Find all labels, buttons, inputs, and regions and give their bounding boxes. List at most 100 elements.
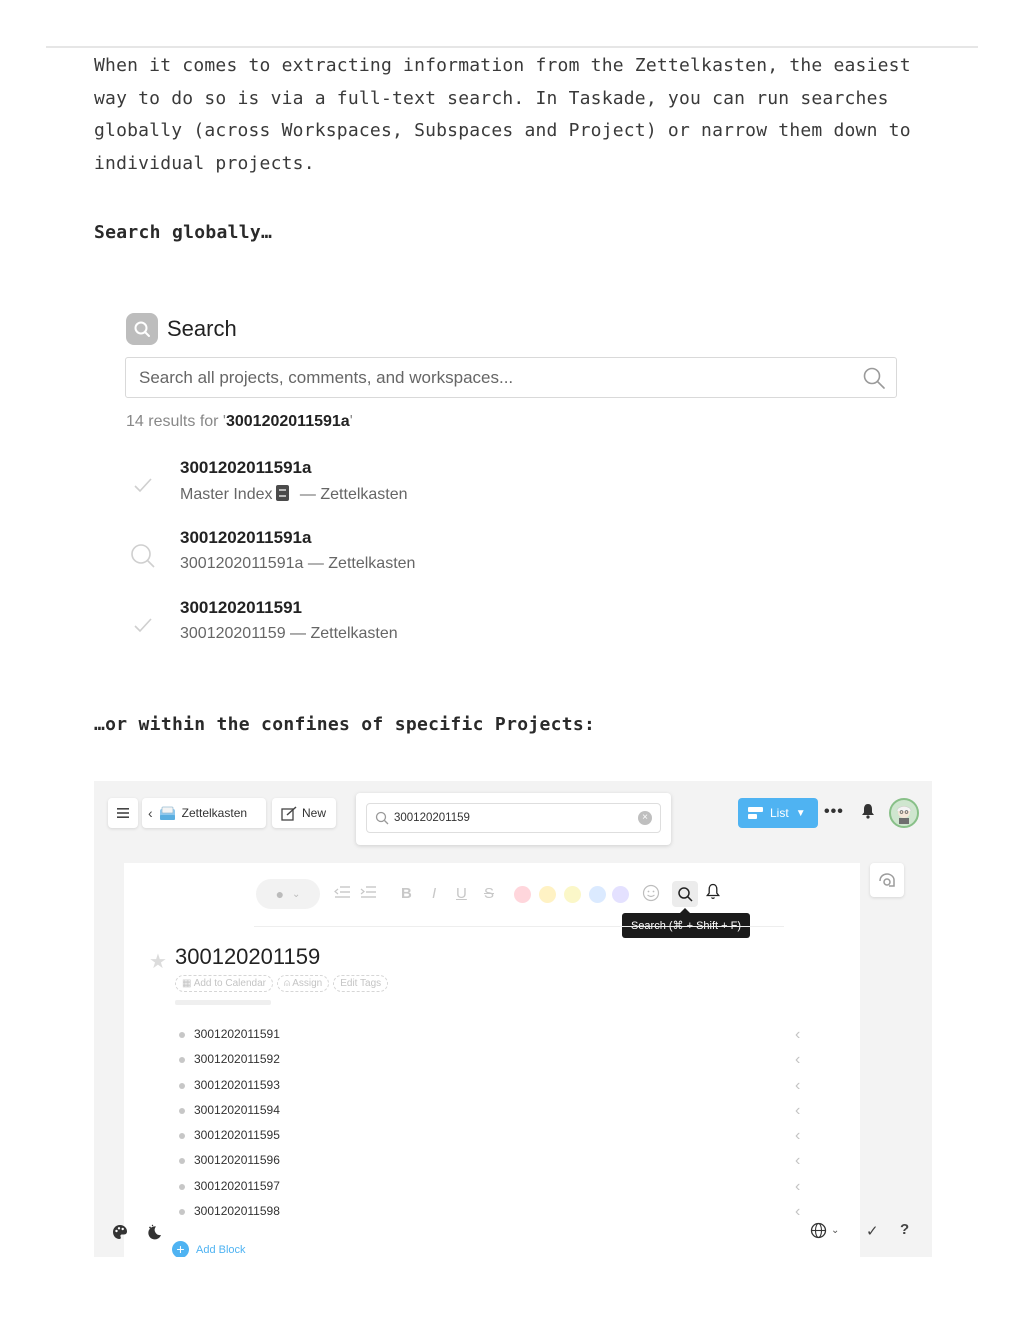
search-icon bbox=[375, 811, 389, 830]
search-result[interactable]: 3001202011591a 3001202011591a — Zettelka… bbox=[126, 528, 526, 588]
outdent-icon[interactable] bbox=[334, 885, 350, 903]
reminder-bell-icon[interactable] bbox=[705, 883, 721, 904]
result-path: 3001202011591a — Zettelkasten bbox=[180, 555, 416, 572]
result-path: 300120201159 — Zettelkasten bbox=[180, 625, 398, 642]
list-view-icon bbox=[748, 806, 763, 819]
bullet-icon[interactable] bbox=[179, 1032, 185, 1038]
color-swatch-yellow[interactable] bbox=[539, 886, 556, 903]
bullet-icon[interactable] bbox=[179, 1133, 185, 1140]
add-to-calendar-chip[interactable]: ▦ Add to Calendar bbox=[175, 975, 273, 992]
chevron-left-icon[interactable]: ‹ bbox=[795, 1026, 800, 1044]
search-icon bbox=[128, 540, 158, 570]
new-label: New bbox=[302, 806, 327, 820]
list-item[interactable]: 3001202011594 ‹ bbox=[177, 1100, 817, 1125]
item-label[interactable]: 3001202011597 bbox=[194, 1179, 280, 1193]
chevron-left-icon[interactable]: ‹ bbox=[148, 805, 153, 821]
clear-search-icon[interactable]: × bbox=[638, 811, 652, 825]
underline-button[interactable]: U bbox=[456, 885, 467, 902]
bullet-icon[interactable] bbox=[179, 1183, 185, 1190]
color-swatch-lightyellow[interactable] bbox=[564, 886, 581, 903]
chevron-left-icon[interactable]: ‹ bbox=[795, 1051, 800, 1069]
language-selector[interactable]: ⌄ bbox=[810, 1222, 839, 1239]
dark-mode-icon[interactable] bbox=[146, 1224, 163, 1246]
bullet-icon[interactable] bbox=[179, 1209, 185, 1216]
chevron-left-icon[interactable]: ‹ bbox=[795, 1077, 800, 1095]
search-app-icon bbox=[126, 313, 158, 345]
list-item[interactable]: 3001202011598 ‹ bbox=[177, 1201, 817, 1226]
globe-icon bbox=[810, 1222, 827, 1239]
plus-icon: + bbox=[172, 1241, 189, 1257]
list-item[interactable]: 3001202011596 ‹ bbox=[177, 1150, 817, 1175]
edit-tags-chip[interactable]: Edit Tags bbox=[333, 975, 389, 992]
italic-button[interactable]: I bbox=[432, 885, 436, 902]
result-title: 3001202011591a bbox=[180, 458, 312, 477]
help-button[interactable]: ? bbox=[900, 1221, 909, 1238]
color-swatch-blue[interactable] bbox=[589, 886, 606, 903]
bullet-icon[interactable] bbox=[179, 1082, 185, 1089]
top-divider bbox=[46, 46, 978, 48]
heading-search-globally: Search globally… bbox=[94, 222, 273, 243]
menu-button[interactable] bbox=[108, 798, 138, 828]
color-swatch-purple[interactable] bbox=[612, 886, 629, 903]
strikethrough-button[interactable]: S bbox=[484, 885, 494, 902]
list-item[interactable]: 3001202011593 ‹ bbox=[177, 1075, 817, 1100]
assign-chip[interactable]: ⍝ Assign bbox=[276, 975, 330, 992]
check-icon bbox=[128, 610, 158, 640]
search-result[interactable]: 3001202011591 300120201159 — Zettelkaste… bbox=[126, 598, 526, 658]
new-note-icon bbox=[281, 805, 297, 821]
workspace-breadcrumb[interactable]: ‹ Zettelkasten bbox=[142, 798, 266, 828]
chat-button[interactable] bbox=[870, 863, 904, 897]
chevron-left-icon[interactable]: ‹ bbox=[795, 1102, 800, 1120]
bullet-icon[interactable] bbox=[179, 1158, 185, 1165]
project-title[interactable]: 300120201159 bbox=[175, 944, 320, 970]
block-type-selector[interactable]: ● ⌄ bbox=[256, 879, 320, 909]
project-search-input[interactable] bbox=[394, 804, 634, 832]
view-mode-button[interactable]: List ▼ bbox=[738, 798, 818, 828]
chevron-left-icon[interactable]: ‹ bbox=[795, 1178, 800, 1196]
notifications-bell-icon[interactable] bbox=[861, 803, 875, 824]
project-meta-chips: ▦ Add to Calendar ⍝ Assign Edit Tags bbox=[175, 975, 389, 992]
chevron-down-icon: ▼ bbox=[795, 807, 806, 819]
item-label[interactable]: 3001202011594 bbox=[194, 1103, 280, 1117]
checkmark-icon[interactable]: ✓ bbox=[866, 1222, 879, 1240]
item-label[interactable]: 3001202011596 bbox=[194, 1153, 280, 1167]
result-title: 3001202011591 bbox=[180, 598, 302, 617]
user-avatar[interactable] bbox=[889, 798, 919, 828]
new-button[interactable]: New bbox=[272, 798, 336, 828]
chevron-left-icon[interactable]: ‹ bbox=[795, 1203, 800, 1221]
list-item[interactable]: 3001202011591 ‹ bbox=[177, 1024, 817, 1049]
item-label[interactable]: 3001202011595 bbox=[194, 1128, 280, 1142]
result-path: Master Index — Zettelkasten bbox=[180, 485, 408, 503]
bullet-icon[interactable] bbox=[179, 1057, 185, 1064]
chevron-left-icon[interactable]: ‹ bbox=[795, 1152, 800, 1170]
indent-icon[interactable] bbox=[360, 885, 376, 903]
bold-button[interactable]: B bbox=[401, 885, 412, 902]
add-block-label: Add Block bbox=[196, 1243, 246, 1256]
list-item[interactable]: 3001202011595 ‹ bbox=[177, 1125, 817, 1150]
chevron-left-icon[interactable]: ‹ bbox=[795, 1127, 800, 1145]
project-search-field[interactable]: × bbox=[366, 803, 661, 833]
toolbar-divider bbox=[254, 926, 784, 927]
more-options-icon[interactable]: ••• bbox=[824, 803, 844, 821]
palette-icon[interactable] bbox=[112, 1224, 128, 1245]
item-label[interactable]: 3001202011591 bbox=[194, 1027, 280, 1041]
global-search-field[interactable] bbox=[125, 357, 897, 398]
color-swatch-pink[interactable] bbox=[514, 886, 531, 903]
results-count: 14 results for '3001202011591a' bbox=[126, 413, 353, 430]
list-item[interactable]: 3001202011592 ‹ bbox=[177, 1049, 817, 1074]
item-label[interactable]: 3001202011592 bbox=[194, 1052, 280, 1066]
toolbar-search-button[interactable] bbox=[672, 881, 698, 907]
check-icon bbox=[128, 470, 158, 500]
emoji-icon[interactable] bbox=[642, 884, 660, 906]
item-label[interactable]: 3001202011598 bbox=[194, 1204, 280, 1218]
item-label[interactable]: 3001202011593 bbox=[194, 1078, 280, 1092]
search-icon[interactable] bbox=[862, 366, 886, 395]
person-icon: ⍝ bbox=[283, 978, 293, 989]
workspace-name: Zettelkasten bbox=[181, 806, 248, 820]
star-icon[interactable]: ★ bbox=[149, 949, 167, 974]
global-search-input[interactable] bbox=[139, 358, 839, 397]
bullet-icon[interactable] bbox=[179, 1107, 185, 1114]
search-result[interactable]: 3001202011591a Master Index — Zettelkast… bbox=[126, 458, 526, 518]
list-item[interactable]: 3001202011597 ‹ bbox=[177, 1176, 817, 1201]
add-block-button[interactable]: + Add Block bbox=[172, 1241, 246, 1257]
